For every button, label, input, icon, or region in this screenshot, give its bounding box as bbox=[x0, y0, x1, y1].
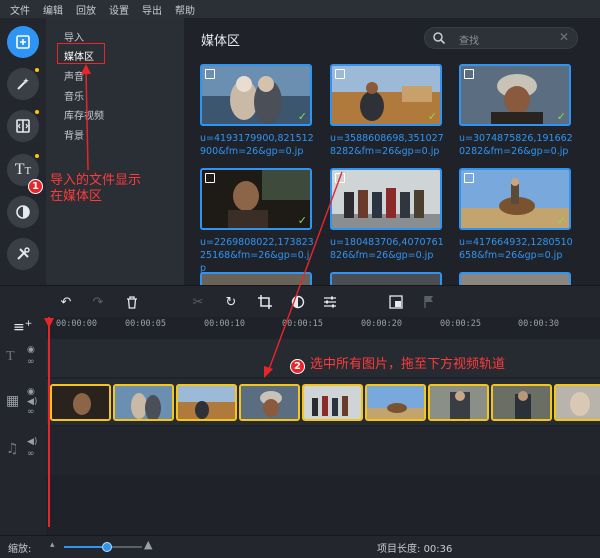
photo-group-people bbox=[332, 170, 440, 228]
text-track-icon: T bbox=[6, 349, 15, 364]
media-bin-panel: 媒体区 查找 ✕ ✓ ✓ ✓ u=4193179900,821512900&fm… bbox=[184, 18, 600, 285]
menu-edit[interactable]: 编辑 bbox=[43, 2, 63, 17]
annotation-text-1a: 导入的文件显示 bbox=[50, 173, 142, 188]
media-thumbnail[interactable]: ✓ bbox=[459, 64, 571, 126]
eye-icon[interactable]: ◉ bbox=[27, 387, 35, 397]
search-placeholder: 查找 bbox=[459, 36, 479, 47]
undo-icon[interactable]: ↶ bbox=[58, 294, 74, 310]
timeline-clip[interactable] bbox=[365, 384, 426, 421]
rotate-icon[interactable]: ↻ bbox=[223, 294, 239, 310]
audio-track[interactable] bbox=[46, 427, 600, 475]
photo-elderly-couple bbox=[202, 66, 310, 124]
menu-help[interactable]: 帮助 bbox=[175, 2, 195, 17]
menu-playback[interactable]: 回放 bbox=[76, 2, 96, 17]
media-bin-title: 媒体区 bbox=[201, 34, 241, 49]
image-type-icon bbox=[464, 69, 474, 79]
search-input[interactable]: 查找 ✕ bbox=[424, 27, 578, 49]
transitions-icon[interactable] bbox=[7, 110, 39, 142]
image-type-icon bbox=[205, 69, 215, 79]
added-check-icon: ✓ bbox=[297, 110, 307, 123]
new-badge-dot bbox=[35, 154, 39, 158]
media-thumbnail[interactable]: ✓ bbox=[330, 64, 442, 126]
image-type-icon bbox=[464, 173, 474, 183]
project-length-value: 00:36 bbox=[423, 544, 453, 555]
image-type-icon bbox=[205, 173, 215, 183]
media-thumbnail[interactable]: ✓ bbox=[459, 168, 571, 230]
media-caption: u=3074875826,1916620282&fm=26&gp=0.jp bbox=[459, 133, 573, 157]
project-length-label: 项目长度: bbox=[377, 544, 421, 555]
timeline-clip[interactable] bbox=[554, 384, 600, 421]
timeline-clip[interactable] bbox=[50, 384, 111, 421]
zoom-label: 缩放: bbox=[8, 544, 32, 555]
menu-settings[interactable]: 设置 bbox=[109, 2, 129, 17]
filters-icon[interactable] bbox=[7, 196, 39, 228]
tools-icon[interactable] bbox=[7, 238, 39, 270]
annotation-number-1: 1 bbox=[28, 179, 43, 194]
annotation-arrow-1 bbox=[81, 64, 91, 171]
timeline-clip[interactable] bbox=[239, 384, 300, 421]
menu-file[interactable]: 文件 bbox=[10, 2, 30, 17]
timeline-clip[interactable] bbox=[302, 384, 363, 421]
image-type-icon bbox=[335, 69, 345, 79]
media-caption: u=417664932,1280510658&fm=26&gp=0.jp bbox=[459, 237, 573, 261]
trash-icon[interactable] bbox=[124, 294, 140, 310]
tick-label: 00:00:10 bbox=[204, 319, 245, 329]
link-icon[interactable]: ∞ bbox=[27, 407, 35, 417]
project-length: 项目长度: 00:36 bbox=[377, 540, 452, 555]
nav-item-import[interactable]: 导入 bbox=[64, 29, 84, 44]
add-track-icon[interactable]: ≡+ bbox=[13, 319, 32, 336]
media-thumbnail[interactable]: ✓ bbox=[200, 64, 312, 126]
import-media-icon[interactable] bbox=[7, 26, 39, 58]
annotation-arrow-2 bbox=[264, 171, 343, 378]
annotation-highlight-box bbox=[57, 43, 105, 64]
photo-man-with-horse bbox=[461, 170, 569, 228]
timeline-clip[interactable] bbox=[176, 384, 237, 421]
eye-icon[interactable]: ◉ bbox=[27, 345, 35, 355]
tick-label: 00:00:20 bbox=[361, 319, 402, 329]
tick-label: 00:00:25 bbox=[440, 319, 481, 329]
speaker-icon[interactable]: ◀) bbox=[27, 397, 37, 407]
added-check-icon: ✓ bbox=[427, 110, 437, 123]
link-icon[interactable]: ∞ bbox=[27, 449, 35, 459]
timeline-clip[interactable] bbox=[428, 384, 489, 421]
added-check-icon: ✓ bbox=[556, 214, 566, 227]
annotation-text-1b: 在媒体区 bbox=[50, 189, 103, 204]
zoom-in-icon[interactable]: ▲ bbox=[144, 538, 152, 551]
media-thumbnail[interactable] bbox=[459, 272, 571, 285]
tick-label: 00:00:00 bbox=[56, 319, 97, 329]
scissors-icon[interactable]: ✂ bbox=[190, 294, 206, 310]
added-check-icon: ✓ bbox=[556, 110, 566, 123]
tool-rail: TT bbox=[0, 18, 46, 285]
clear-search-icon[interactable]: ✕ bbox=[559, 30, 569, 44]
tick-label: 00:00:05 bbox=[125, 319, 166, 329]
playhead[interactable] bbox=[48, 317, 50, 527]
video-track-icon: ▦ bbox=[6, 393, 20, 409]
redo-icon[interactable]: ↷ bbox=[90, 294, 106, 310]
media-caption: u=4193179900,821512900&fm=26&gp=0.jp bbox=[200, 133, 314, 157]
picture-in-picture-icon[interactable] bbox=[388, 294, 404, 310]
new-badge-dot bbox=[35, 110, 39, 114]
photo-man-fur-hat bbox=[461, 66, 569, 124]
photo-man-sitting-field bbox=[332, 66, 440, 124]
link-icon[interactable]: ∞ bbox=[27, 357, 35, 367]
search-icon bbox=[433, 32, 446, 45]
zoom-out-icon[interactable]: ▴ bbox=[50, 540, 55, 550]
new-badge-dot bbox=[35, 68, 39, 72]
timeline-clip[interactable] bbox=[491, 384, 552, 421]
speaker-icon[interactable]: ◀) bbox=[27, 437, 37, 447]
menu-export[interactable]: 导出 bbox=[142, 2, 162, 17]
media-caption: u=3588608698,3510278282&fm=26&gp=0.jp bbox=[330, 133, 444, 157]
status-bar: 缩放: ▴ ▲ 项目长度: 00:36 bbox=[0, 535, 600, 558]
flag-icon[interactable] bbox=[421, 294, 437, 310]
track-headers: ≡+ T ◉ ∞ ▦ ◉ ◀) ∞ ♫ ◀) ∞ bbox=[0, 317, 46, 535]
zoom-slider-knob[interactable] bbox=[101, 542, 112, 552]
menu-bar: 文件 编辑 回放 设置 导出 帮助 bbox=[0, 0, 600, 18]
zoom-slider-fill bbox=[64, 546, 107, 548]
audio-track-icon: ♫ bbox=[6, 441, 19, 457]
magic-wand-icon[interactable] bbox=[7, 68, 39, 100]
zoom-slider[interactable] bbox=[64, 542, 142, 552]
timeline-clip[interactable] bbox=[113, 384, 174, 421]
tick-label: 00:00:30 bbox=[518, 319, 559, 329]
